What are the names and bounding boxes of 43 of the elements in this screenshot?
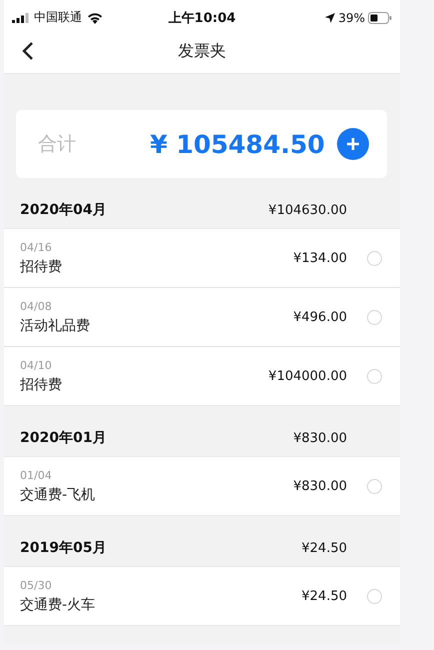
total-amount: ¥ 105484.50 — [150, 130, 326, 158]
select-radio[interactable] — [367, 368, 382, 384]
signal-icon — [12, 12, 29, 22]
invoice-name: 招待费 — [20, 258, 63, 276]
invoice-row[interactable]: 04/08 活动礼品费 ¥496.00 — [4, 287, 400, 346]
month-heading: 2019年05月 — [20, 539, 106, 557]
month-heading: 2020年01月 — [20, 429, 106, 447]
page-title: 发票夹 — [178, 41, 226, 62]
add-icon[interactable] — [337, 128, 369, 160]
location-arrow-icon — [325, 12, 336, 22]
select-radio[interactable] — [367, 310, 382, 324]
select-radio[interactable] — [367, 250, 382, 266]
invoice-row[interactable]: 01/04 交通费-飞机 ¥830.00 — [4, 457, 400, 515]
invoice-name: 活动礼品费 — [20, 316, 91, 334]
invoice-amount: ¥496.00 — [293, 310, 347, 324]
invoice-row[interactable]: 04/10 招待费 ¥104000.00 — [4, 346, 400, 405]
invoice-name: 招待费 — [20, 376, 63, 394]
month-total: ¥104630.00 — [268, 202, 347, 218]
invoice-date: 04/10 — [20, 358, 53, 372]
carrier-name: 中国联通 — [34, 9, 82, 26]
total-label: 合计 — [38, 132, 77, 157]
wifi-icon — [87, 12, 103, 24]
invoice-date: 04/08 — [20, 300, 53, 312]
invoice-amount: ¥104000.00 — [268, 368, 347, 384]
invoice-row[interactable]: 04/16 招待费 ¥134.00 — [4, 229, 400, 287]
month-total: ¥24.50 — [302, 540, 347, 556]
status-time: 上午10:04 — [168, 10, 236, 26]
select-radio[interactable] — [367, 478, 382, 494]
battery-percent: 39% — [338, 10, 365, 24]
battery-icon — [368, 12, 392, 24]
month-total: ¥830.00 — [293, 430, 347, 446]
invoice-name: 交通费-火车 — [20, 596, 96, 614]
back-icon[interactable] — [22, 42, 34, 60]
invoice-date: 01/04 — [20, 468, 53, 482]
invoice-amount: ¥24.50 — [302, 588, 347, 604]
invoice-date: 05/30 — [20, 578, 53, 592]
select-radio[interactable] — [367, 588, 382, 604]
invoice-row[interactable]: 05/30 交通费-火车 ¥24.50 — [4, 567, 400, 625]
month-heading: 2020年04月 — [20, 201, 106, 219]
invoice-amount: ¥134.00 — [293, 250, 347, 266]
invoice-name: 交通费-飞机 — [20, 486, 96, 504]
invoice-date: 04/16 — [20, 240, 53, 254]
invoice-amount: ¥830.00 — [293, 478, 347, 494]
